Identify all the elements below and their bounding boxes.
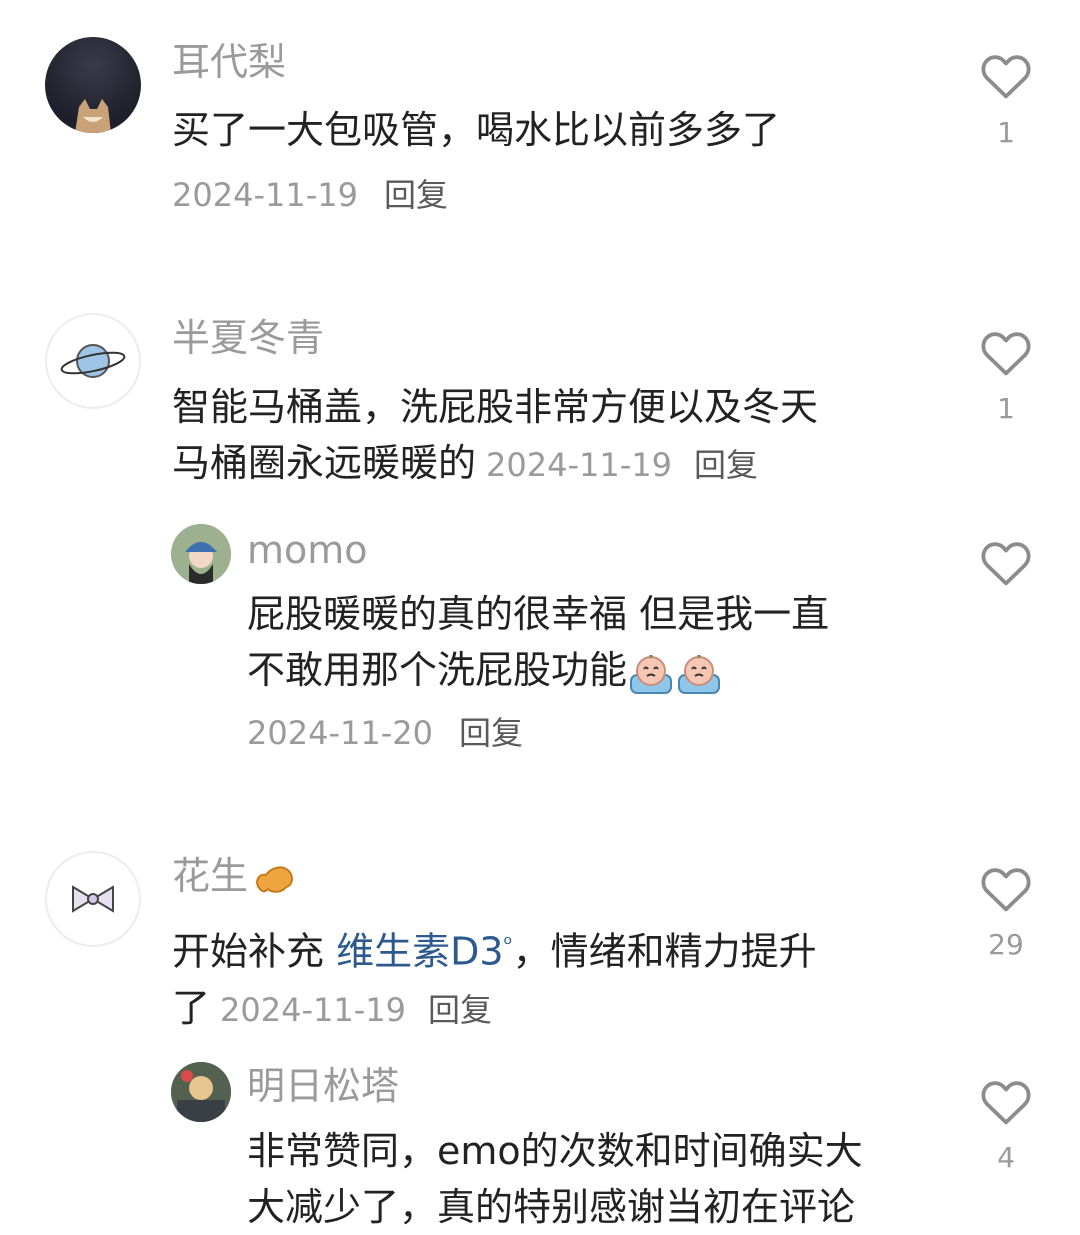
- avatar[interactable]: [171, 1062, 231, 1122]
- like-count: 1: [997, 116, 1015, 149]
- heart-icon: [981, 868, 1031, 912]
- like-button[interactable]: [978, 1076, 1034, 1126]
- reply-button[interactable]: 回复: [459, 714, 523, 752]
- reply-button[interactable]: 回复: [384, 176, 448, 214]
- like-button[interactable]: [978, 50, 1034, 100]
- like-count: 29: [988, 928, 1024, 961]
- comment-author-name[interactable]: 耳代梨: [172, 40, 286, 84]
- planet-icon: [60, 344, 126, 378]
- like-button[interactable]: [978, 327, 1034, 377]
- comment-meta: 2024-11-20 回复: [247, 713, 523, 753]
- comment-text-line: 不敢用那个洗屁股功能: [247, 642, 927, 698]
- avatar-cat-image: [75, 99, 111, 133]
- like-count: 4: [997, 1141, 1015, 1174]
- comment-date: 2024-11-19: [220, 990, 406, 1029]
- comment-text: 买了一大包吸管，喝水比以前多多了: [172, 108, 781, 152]
- comment-text: 智能马桶盖，洗屁股非常方便以及冬天 马桶圈永远暖暖的 2024-11-19 回复: [172, 379, 932, 493]
- reply-button[interactable]: 回复: [428, 991, 492, 1029]
- comment-date: 2024-11-19: [486, 446, 672, 484]
- avatar[interactable]: [45, 313, 141, 409]
- heart-icon: [981, 1081, 1031, 1125]
- comment-date: 2024-11-20: [247, 714, 433, 752]
- like-count: 1: [997, 392, 1015, 425]
- reply-button[interactable]: 回复: [694, 446, 758, 484]
- comment-meta: 2024-11-19 回复: [172, 175, 448, 215]
- comment-text: 屁股暖暖的真的很幸福 但是我一直 不敢用那个洗屁股功能: [247, 586, 927, 698]
- keyword-link[interactable]: 维生素D3: [336, 930, 503, 974]
- avatar-photo: [171, 524, 231, 584]
- comment-author-name[interactable]: 半夏冬青: [172, 316, 324, 360]
- comment-author-name[interactable]: 明日松塔: [247, 1064, 399, 1108]
- crying-emoji-icon: [675, 651, 723, 695]
- comment-text-line: 了 2024-11-19 回复: [172, 985, 492, 1030]
- avatar-photo: [171, 1062, 231, 1122]
- comment-text-line: 屁股暖暖的真的很幸福 但是我一直: [247, 592, 830, 636]
- comment-text: 非常赞同，emo的次数和时间确实大 大减少了，真的特别感谢当初在评论: [247, 1123, 947, 1235]
- crying-emoji-icon: [627, 651, 675, 695]
- comment-text-line: 开始补充 维生素D3ᵒ，情绪和精力提升: [172, 929, 817, 974]
- avatar[interactable]: [171, 524, 231, 584]
- comment-text-line: 马桶圈永远暖暖的 2024-11-19 回复: [172, 441, 758, 485]
- comment-text-line: 智能马桶盖，洗屁股非常方便以及冬天: [172, 385, 819, 429]
- avatar[interactable]: [45, 37, 141, 133]
- heart-icon: [981, 55, 1031, 99]
- bow-icon: [72, 885, 114, 913]
- comment-text: 开始补充 维生素D3ᵒ，情绪和精力提升 了 2024-11-19 回复: [172, 917, 932, 1038]
- comment-text-line: 大减少了，真的特别感谢当初在评论: [247, 1185, 856, 1229]
- heart-icon: [981, 542, 1031, 586]
- search-icon[interactable]: ᵒ: [504, 932, 513, 957]
- comment-date: 2024-11-19: [172, 176, 358, 214]
- comment-author-name[interactable]: 花生: [172, 854, 298, 899]
- comment-text-line: 非常赞同，emo的次数和时间确实大: [247, 1129, 863, 1173]
- peanut-emoji-icon: [252, 859, 298, 899]
- avatar[interactable]: [45, 851, 141, 947]
- like-button[interactable]: [978, 537, 1034, 587]
- heart-icon: [981, 332, 1031, 376]
- like-button[interactable]: [978, 863, 1034, 913]
- comment-author-name[interactable]: momo: [247, 528, 368, 572]
